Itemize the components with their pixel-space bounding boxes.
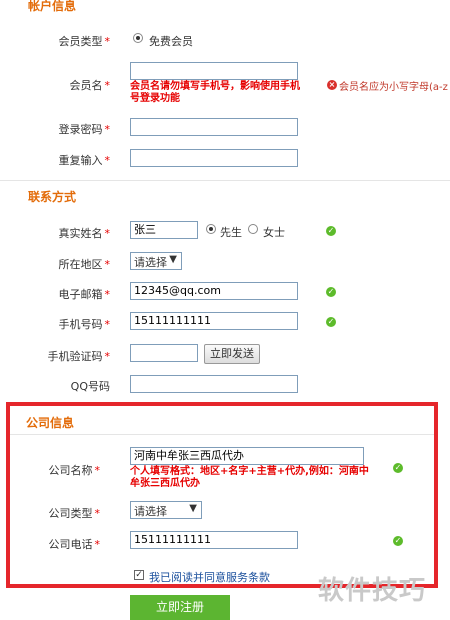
company-phone-label: 公司电话 * bbox=[48, 538, 101, 551]
company-phone-input[interactable]: 15111111111 bbox=[130, 531, 298, 549]
error-circle-icon: × bbox=[327, 80, 337, 90]
verify-code-label: 手机验证码 * bbox=[47, 350, 111, 363]
qq-input[interactable] bbox=[130, 375, 298, 393]
member-name-label: 会员名 * bbox=[69, 79, 111, 92]
section-title-contact: 联系方式 bbox=[28, 190, 77, 204]
repeat-password-input[interactable] bbox=[130, 149, 298, 167]
agreement-label[interactable]: 我已阅读并同意服务条款 bbox=[149, 569, 270, 585]
divider bbox=[10, 434, 434, 435]
member-name-error: 会员名应为小写字母(a-z bbox=[339, 82, 448, 93]
chevron-down-icon: ▼ bbox=[189, 503, 197, 514]
gender-male-radio[interactable] bbox=[206, 224, 216, 234]
verify-code-input[interactable] bbox=[130, 344, 198, 362]
check-circle-icon: ✓ bbox=[326, 287, 336, 297]
region-select[interactable]: 请选择 ▼ bbox=[130, 252, 182, 270]
company-name-label: 公司名称 * bbox=[48, 464, 101, 477]
watermark: 软件技巧 bbox=[318, 576, 427, 606]
member-type-label: 会员类型 * bbox=[58, 35, 111, 48]
repeat-password-label: 重复输入 * bbox=[58, 154, 111, 167]
check-circle-icon: ✓ bbox=[393, 463, 403, 473]
region-select-value: 请选择 bbox=[134, 256, 167, 269]
company-name-input[interactable]: 河南中牟张三西瓜代办 bbox=[130, 447, 364, 465]
register-button[interactable]: 立即注册 bbox=[130, 595, 230, 620]
gender-female-radio[interactable] bbox=[248, 224, 258, 234]
member-type-option-label: 免费会员 bbox=[149, 35, 193, 48]
email-input[interactable]: 12345@qq.com bbox=[130, 282, 298, 300]
member-name-input[interactable] bbox=[130, 62, 298, 80]
mobile-input[interactable]: 15111111111 bbox=[130, 312, 298, 330]
gender-female-label: 女士 bbox=[263, 226, 285, 239]
divider bbox=[0, 180, 450, 181]
realname-input[interactable]: 张三 bbox=[130, 221, 198, 239]
chevron-down-icon: ▼ bbox=[169, 254, 177, 265]
company-type-select[interactable]: 请选择 ▼ bbox=[130, 501, 202, 519]
check-circle-icon: ✓ bbox=[326, 317, 336, 327]
member-name-hint: 会员名请勿填写手机号，影响使用手机号登录功能 bbox=[130, 81, 300, 104]
mobile-label: 手机号码 * bbox=[58, 318, 111, 331]
region-label: 所在地区 * bbox=[58, 258, 111, 271]
qq-label: QQ号码 bbox=[70, 380, 110, 393]
password-input[interactable] bbox=[130, 118, 298, 136]
check-circle-icon: ✓ bbox=[393, 536, 403, 546]
company-name-hint: 个人填写格式：地区+名字+主营+代办,例如：河南中牟张三西瓜代办 bbox=[130, 466, 369, 489]
email-label: 电子邮箱 * bbox=[58, 288, 111, 301]
section-title-company: 公司信息 bbox=[26, 416, 75, 430]
gender-male-label: 先生 bbox=[220, 226, 242, 239]
send-code-button[interactable]: 立即发送 bbox=[204, 344, 260, 364]
section-title-account: 帐户信息 bbox=[28, 0, 77, 13]
company-type-label: 公司类型 * bbox=[48, 507, 101, 520]
realname-label: 真实姓名 * bbox=[58, 227, 111, 240]
member-type-radio-free[interactable] bbox=[133, 33, 143, 43]
company-type-select-value: 请选择 bbox=[134, 505, 167, 518]
password-label: 登录密码 * bbox=[58, 123, 111, 136]
agreement-checkbox[interactable]: ✓ bbox=[134, 570, 144, 580]
check-circle-icon: ✓ bbox=[326, 226, 336, 236]
